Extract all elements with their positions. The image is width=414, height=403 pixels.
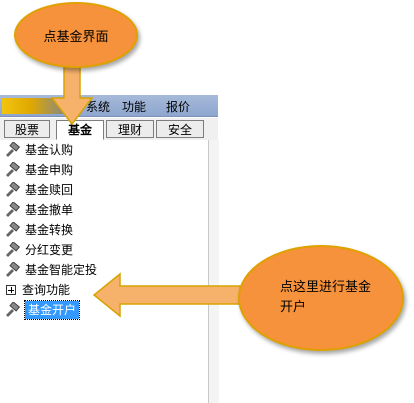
callout-open-account: 点这里进行基金 开户 xyxy=(238,245,404,351)
callout-fund-interface: 点基金界面 xyxy=(14,2,138,68)
down-arrow-shape xyxy=(50,61,94,126)
left-arrow-shape xyxy=(92,272,241,318)
